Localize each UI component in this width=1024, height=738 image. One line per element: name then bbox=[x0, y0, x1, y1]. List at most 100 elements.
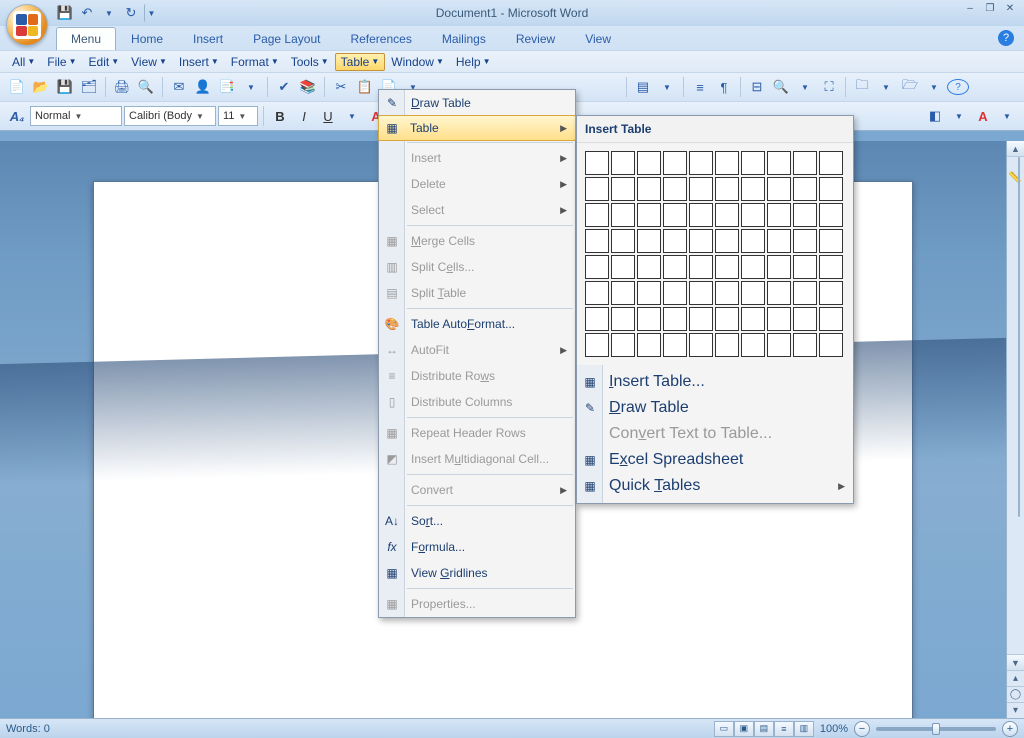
grid-cell[interactable] bbox=[689, 177, 713, 201]
mi-convert[interactable]: Convert▶ bbox=[379, 477, 575, 503]
mi-autoformat[interactable]: 🎨Table AutoFormat... bbox=[379, 311, 575, 337]
grid-cell[interactable] bbox=[715, 229, 739, 253]
grid-cell[interactable] bbox=[637, 255, 661, 279]
cut-icon[interactable]: ✂ bbox=[330, 76, 352, 98]
qat-redo-icon[interactable]: ↻ bbox=[122, 4, 140, 22]
grid-cell[interactable] bbox=[585, 203, 609, 227]
grid-cell[interactable] bbox=[793, 177, 817, 201]
grid-cell[interactable] bbox=[741, 229, 765, 253]
zoom-slider-knob[interactable] bbox=[932, 723, 940, 735]
grid-cell[interactable] bbox=[741, 281, 765, 305]
sub-insert-table[interactable]: ▦Insert Table... bbox=[577, 369, 853, 395]
close-button[interactable]: ✕ bbox=[1002, 3, 1018, 14]
grid-cell[interactable] bbox=[637, 151, 661, 175]
mi-merge-cells[interactable]: ▦Merge Cells bbox=[379, 228, 575, 254]
mi-dist-rows[interactable]: ≡Distribute Rows bbox=[379, 363, 575, 389]
zoom-icon[interactable]: 🔍 bbox=[770, 76, 792, 98]
page-setup-icon[interactable]: 📑 bbox=[216, 76, 238, 98]
font-color2-icon[interactable]: A bbox=[972, 105, 994, 127]
mi-multidiagonal[interactable]: ◩Insert Multidiagonal Cell... bbox=[379, 446, 575, 472]
grid-cell[interactable] bbox=[715, 281, 739, 305]
office-button[interactable] bbox=[6, 4, 48, 46]
grid-cell[interactable] bbox=[689, 203, 713, 227]
grid-cell[interactable] bbox=[663, 281, 687, 305]
mi-dist-cols[interactable]: ▯Distribute Columns bbox=[379, 389, 575, 415]
grid-cell[interactable] bbox=[767, 281, 791, 305]
mi-insert[interactable]: Insert▶ bbox=[379, 145, 575, 171]
grid-cell[interactable] bbox=[715, 255, 739, 279]
mi-autofit[interactable]: ↔AutoFit▶ bbox=[379, 337, 575, 363]
grid-cell[interactable] bbox=[793, 203, 817, 227]
next-page-button[interactable]: ▾ bbox=[1007, 702, 1024, 718]
grid-cell[interactable] bbox=[715, 203, 739, 227]
tab-references[interactable]: References bbox=[335, 27, 426, 50]
print-icon[interactable]: 🖨 bbox=[111, 76, 133, 98]
grid-cell[interactable] bbox=[793, 281, 817, 305]
style-a-icon[interactable]: A₄ bbox=[6, 105, 28, 127]
shading-icon[interactable]: ◧ bbox=[924, 105, 946, 127]
grid-cell[interactable] bbox=[741, 255, 765, 279]
toolbar-dropdown-1[interactable]: ▼ bbox=[240, 76, 262, 98]
grid-cell[interactable] bbox=[585, 307, 609, 331]
grid-cell[interactable] bbox=[819, 281, 843, 305]
grid-cell[interactable] bbox=[611, 255, 635, 279]
grid-cell[interactable] bbox=[611, 307, 635, 331]
mi-split-table[interactable]: ▤Split Table bbox=[379, 280, 575, 306]
menu-view[interactable]: View▼ bbox=[125, 53, 173, 71]
folder2-icon[interactable]: 🗁 bbox=[899, 76, 921, 98]
sub-excel[interactable]: ▦Excel Spreadsheet bbox=[577, 447, 853, 473]
grid-cell[interactable] bbox=[741, 203, 765, 227]
draft-view[interactable]: ▥ bbox=[794, 721, 814, 737]
ruler-toggle-icon[interactable]: 📏 bbox=[1006, 171, 1024, 231]
bold-button[interactable]: B bbox=[269, 105, 291, 127]
sub-quick-tables[interactable]: ▦Quick Tables▶ bbox=[577, 473, 853, 499]
columns-icon[interactable]: ▤ bbox=[632, 76, 654, 98]
menu-edit[interactable]: Edit▼ bbox=[83, 53, 126, 71]
size-combo[interactable]: 11▼ bbox=[218, 106, 258, 126]
grid-cell[interactable] bbox=[793, 333, 817, 357]
menu-format[interactable]: Format▼ bbox=[225, 53, 285, 71]
grid-cell[interactable] bbox=[663, 255, 687, 279]
research-icon[interactable]: 📚 bbox=[297, 76, 319, 98]
mi-table[interactable]: ▦Table▶ bbox=[378, 115, 576, 141]
underline-dropdown[interactable]: ▼ bbox=[341, 105, 363, 127]
grid-cell[interactable] bbox=[819, 151, 843, 175]
grid-cell[interactable] bbox=[793, 151, 817, 175]
grid-cell[interactable] bbox=[767, 177, 791, 201]
grid-cell[interactable] bbox=[767, 307, 791, 331]
grid-cell[interactable] bbox=[585, 229, 609, 253]
grid-cell[interactable] bbox=[767, 229, 791, 253]
grid-cell[interactable] bbox=[611, 151, 635, 175]
style-combo[interactable]: Normal▼ bbox=[30, 106, 122, 126]
grid-cell[interactable] bbox=[637, 307, 661, 331]
mail-icon[interactable]: ✉ bbox=[168, 76, 190, 98]
grid-cell[interactable] bbox=[663, 177, 687, 201]
menu-tools[interactable]: Tools▼ bbox=[285, 53, 335, 71]
tab-home[interactable]: Home bbox=[116, 27, 178, 50]
restore-button[interactable]: ❐ bbox=[982, 3, 998, 14]
mi-properties[interactable]: ▦Properties... bbox=[379, 591, 575, 617]
grid-cell[interactable] bbox=[637, 333, 661, 357]
grid-cell[interactable] bbox=[663, 333, 687, 357]
para-icon[interactable]: ¶ bbox=[713, 76, 735, 98]
grid-cell[interactable] bbox=[611, 177, 635, 201]
grid-cell[interactable] bbox=[793, 229, 817, 253]
help-icon[interactable]: ? bbox=[998, 30, 1014, 46]
grid-cell[interactable] bbox=[741, 151, 765, 175]
zoom-in-button[interactable]: + bbox=[1002, 721, 1018, 737]
user-icon[interactable]: 👤 bbox=[192, 76, 214, 98]
grid-cell[interactable] bbox=[819, 255, 843, 279]
menu-insert[interactable]: Insert▼ bbox=[173, 53, 225, 71]
menu-table[interactable]: Table▼ bbox=[335, 53, 386, 71]
vertical-scrollbar[interactable]: 📏 ▲ ▼ ▴ ◯ ▾ bbox=[1006, 141, 1024, 718]
zoom-dropdown[interactable]: ▼ bbox=[794, 76, 816, 98]
grid-cell[interactable] bbox=[715, 333, 739, 357]
qat-undo-icon[interactable]: ↶ bbox=[78, 4, 96, 22]
grid-cell[interactable] bbox=[715, 307, 739, 331]
word-count[interactable]: Words: 0 bbox=[6, 723, 50, 735]
mi-select[interactable]: Select▶ bbox=[379, 197, 575, 223]
mi-formula[interactable]: fxFormula... bbox=[379, 534, 575, 560]
grid-cell[interactable] bbox=[585, 333, 609, 357]
grid-cell[interactable] bbox=[689, 307, 713, 331]
grid-cell[interactable] bbox=[637, 281, 661, 305]
